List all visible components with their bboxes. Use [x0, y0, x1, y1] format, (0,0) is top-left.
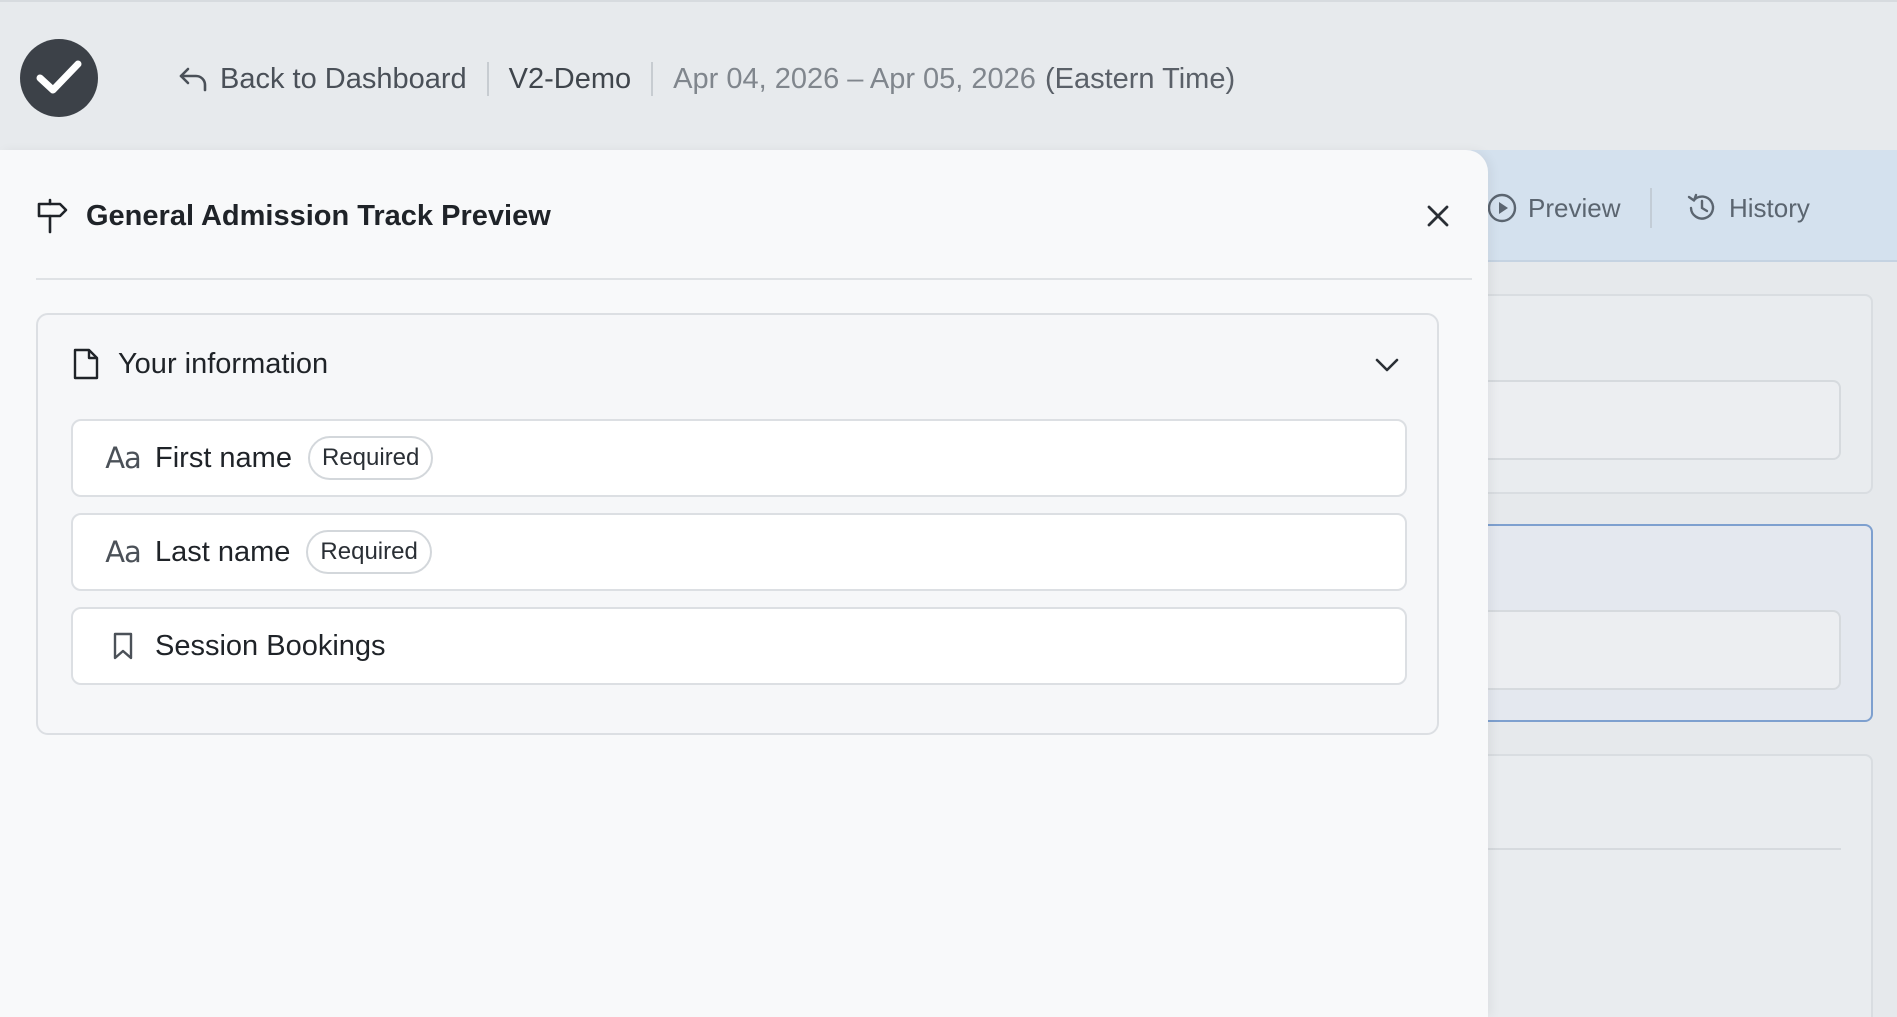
drawer-header: General Admission Track Preview [36, 194, 551, 238]
close-icon [1427, 205, 1449, 227]
tab-history[interactable]: History [1685, 186, 1810, 230]
section-title: Your information [118, 347, 329, 380]
required-badge: Required [307, 436, 434, 480]
event-name: V2-Demo [508, 62, 632, 95]
play-circle-icon [1487, 193, 1517, 223]
field-last-name[interactable]: Aa Last name Required [71, 513, 1407, 591]
event-date-range: Apr 04, 2026 – Apr 05, 2026 [673, 62, 1036, 95]
background-card-selected [1460, 524, 1873, 722]
drawer-divider [36, 278, 1472, 280]
field-session-bookings[interactable]: Session Bookings [71, 607, 1407, 685]
background-field [1472, 610, 1841, 690]
tab-preview-label: Preview [1528, 192, 1621, 223]
back-to-dashboard-link[interactable]: Back to Dashboard [178, 63, 467, 96]
bookmark-icon [105, 631, 141, 661]
text-field-icon: Aa [105, 535, 142, 569]
field-first-name[interactable]: Aa First name Required [71, 419, 1407, 497]
section-header[interactable]: Your information [72, 343, 328, 385]
breadcrumb-separator [651, 62, 654, 96]
breadcrumb: Back to Dashboard V2-Demo Apr 04, 2026 –… [178, 54, 1235, 104]
tab-preview[interactable]: Preview [1486, 186, 1620, 230]
history-icon [1687, 193, 1715, 220]
background-divider [1462, 848, 1841, 850]
event-timezone: (Eastern Time) [1044, 62, 1236, 95]
text-field-icon: Aa [105, 441, 142, 475]
section-your-information: Your information Aa First name Required … [36, 313, 1439, 735]
drawer-title: General Admission Track Preview [86, 199, 551, 232]
breadcrumb-separator [486, 62, 489, 96]
chevron-down-icon [1375, 358, 1399, 372]
field-label: Session Bookings [155, 629, 386, 662]
editor-background: Preview History [1420, 150, 1897, 1017]
background-card [1460, 294, 1873, 494]
back-label: Back to Dashboard [220, 62, 467, 95]
top-header: Back to Dashboard V2-Demo Apr 04, 2026 –… [0, 0, 1897, 150]
document-icon [73, 348, 99, 380]
signpost-icon [37, 198, 68, 234]
field-label: First name [155, 441, 292, 474]
editor-tab-bar: Preview History [1420, 150, 1897, 262]
close-button[interactable] [1420, 198, 1456, 234]
background-field [1472, 380, 1841, 460]
field-label: Last name [155, 535, 291, 568]
back-arrow-icon [179, 67, 207, 92]
section-collapse-toggle[interactable] [1371, 349, 1403, 381]
required-badge: Required [306, 530, 432, 574]
tab-separator [1650, 188, 1652, 228]
background-card [1460, 754, 1873, 1017]
checkmark-icon [36, 60, 82, 94]
app-logo[interactable] [20, 39, 98, 117]
tab-history-label: History [1729, 192, 1810, 223]
track-preview-drawer: General Admission Track Preview Your inf… [0, 150, 1488, 1017]
